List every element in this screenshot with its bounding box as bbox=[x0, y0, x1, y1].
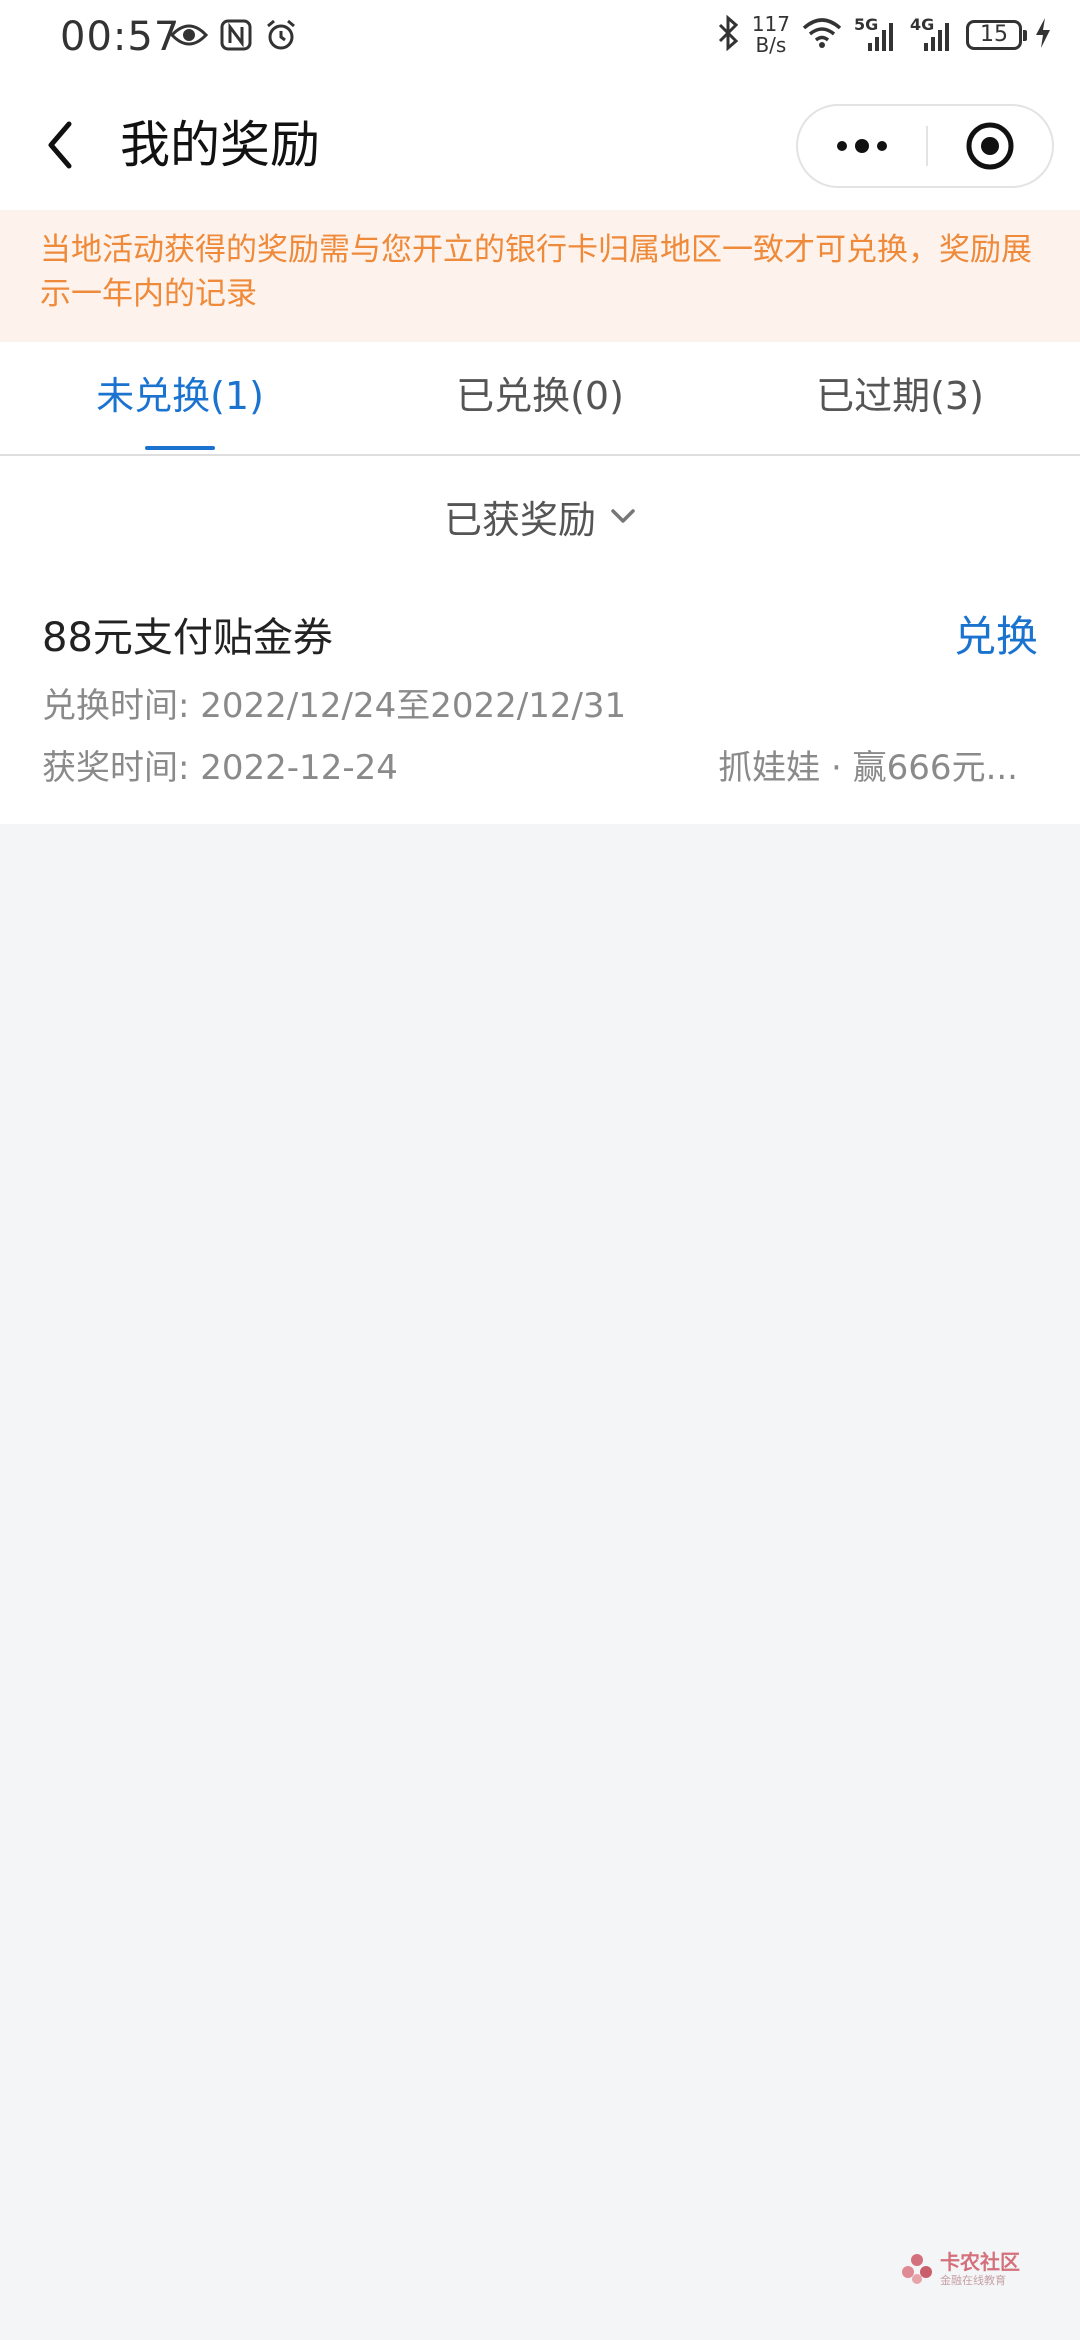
signal-4g-label: 4G bbox=[910, 15, 935, 34]
reward-item: 88元支付贴金券 兑换 兑换时间: 2022/12/24至2022/12/31 … bbox=[0, 576, 1080, 824]
signal-4g: 4G bbox=[910, 15, 954, 55]
redeem-button[interactable]: 兑换 bbox=[954, 608, 1038, 666]
chevron-left-icon bbox=[48, 121, 72, 169]
status-right-icons: 117 B/s 5G 4G 15 bbox=[716, 14, 1052, 56]
reward-filter-dropdown[interactable]: 已获奖励 bbox=[0, 456, 1080, 576]
bluetooth-icon bbox=[716, 14, 740, 55]
nfc-icon bbox=[220, 19, 252, 55]
award-time: 获奖时间: 2022-12-24 bbox=[42, 748, 398, 788]
status-time: 00:57 bbox=[60, 14, 181, 60]
chevron-down-icon bbox=[611, 509, 635, 523]
back-button[interactable] bbox=[30, 115, 90, 175]
notice-banner: 当地活动获得的奖励需与您开立的银行卡归属地区一致才可兑换，奖励展示一年内的记录 bbox=[0, 210, 1080, 342]
reward-filter-label: 已获奖励 bbox=[443, 497, 596, 542]
page-title: 我的奖励 bbox=[120, 116, 320, 174]
more-button[interactable] bbox=[798, 106, 926, 186]
status-bar: 00:57 117 B/s 5G 4G 15 bbox=[0, 0, 1080, 80]
eye-icon bbox=[169, 21, 209, 53]
tab-expired[interactable]: 已过期(3) bbox=[720, 342, 1080, 454]
network-speed-unit: B/s bbox=[755, 33, 787, 57]
nav-bar: 我的奖励 bbox=[0, 80, 1080, 210]
signal-5g: 5G bbox=[854, 15, 898, 55]
tab-bar: 未兑换(1) 已兑换(0) 已过期(3) bbox=[0, 342, 1080, 456]
active-tab-indicator bbox=[145, 446, 215, 450]
signal-5g-label: 5G bbox=[854, 15, 879, 34]
more-dots-icon bbox=[837, 139, 887, 153]
redeem-time: 兑换时间: 2022/12/24至2022/12/31 bbox=[42, 686, 627, 726]
watermark-sub: 金融在线教育 bbox=[940, 2274, 1006, 2287]
battery-indicator: 15 bbox=[966, 20, 1027, 50]
wifi-icon bbox=[802, 17, 842, 53]
mini-program-capsule bbox=[796, 104, 1054, 188]
target-close-icon bbox=[966, 122, 1014, 170]
network-speed-value: 117 bbox=[751, 12, 790, 36]
tab-unredeemed[interactable]: 未兑换(1) bbox=[0, 342, 360, 454]
charging-icon bbox=[1034, 17, 1052, 53]
close-button[interactable] bbox=[928, 106, 1052, 186]
activity-name: 抓娃娃 · 赢666元... bbox=[718, 748, 1018, 788]
watermark-text: 卡农社区 金融在线教育 bbox=[940, 2250, 1020, 2288]
kanong-logo-icon bbox=[902, 2254, 932, 2284]
reward-name: 88元支付贴金券 bbox=[42, 615, 333, 661]
tab-redeemed[interactable]: 已兑换(0) bbox=[360, 342, 720, 454]
status-left-icons bbox=[169, 18, 298, 56]
filter-row: 已获奖励 bbox=[0, 456, 1080, 576]
watermark-main: 卡农社区 bbox=[940, 2250, 1020, 2274]
network-speed: 117 B/s bbox=[752, 14, 790, 56]
alarm-icon bbox=[264, 18, 298, 56]
watermark: 卡农社区 金融在线教育 bbox=[900, 2250, 1020, 2288]
